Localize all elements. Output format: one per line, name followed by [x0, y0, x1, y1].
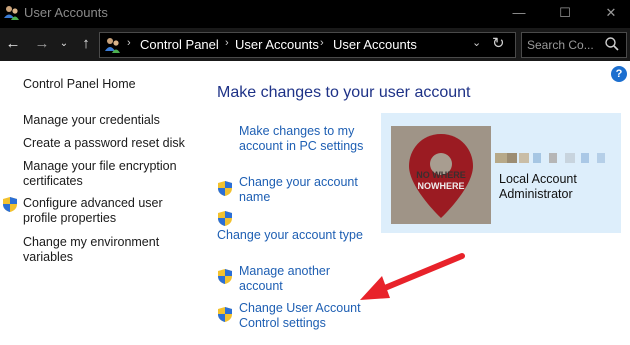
uac-shield-icon — [218, 211, 232, 226]
breadcrumb-separator[interactable]: › — [320, 37, 324, 49]
link-manage-another-account[interactable]: Manage another account — [239, 264, 349, 294]
uac-shield-icon — [218, 181, 232, 196]
user-accounts-icon — [4, 6, 19, 20]
avatar: NO WHERE NOWHERE — [391, 126, 491, 224]
recent-locations-button[interactable]: ⌄ — [57, 28, 71, 61]
svg-text:NO WHERE: NO WHERE — [416, 170, 466, 180]
account-card: NO WHERE NOWHERE Local Account Administr… — [381, 113, 621, 233]
link-change-account-type[interactable]: Change your account type — [217, 228, 363, 243]
uac-shield-icon — [3, 197, 17, 212]
forward-button[interactable]: → — [31, 28, 53, 61]
breadcrumb-control-panel[interactable]: Control Panel — [140, 37, 219, 52]
up-button[interactable]: ↑ — [75, 28, 97, 61]
control-panel-icon — [105, 38, 120, 53]
refresh-icon[interactable]: ↻ — [492, 34, 505, 52]
close-button[interactable]: ✕ — [588, 0, 630, 28]
svg-text:NOWHERE: NOWHERE — [418, 181, 465, 191]
search-box[interactable] — [521, 32, 627, 58]
annotation-arrow-icon — [360, 253, 465, 300]
uac-shield-icon — [218, 269, 232, 284]
sidebar-item-environment-variables[interactable]: Change my environment variables — [23, 235, 183, 265]
back-button[interactable]: ← — [2, 28, 24, 61]
breadcrumb-separator[interactable]: › — [225, 37, 229, 49]
breadcrumb-user-accounts[interactable]: User Accounts — [235, 37, 319, 52]
sidebar-item-file-encryption-certificates[interactable]: Manage your file encryption certificates — [23, 159, 183, 189]
address-bar: ← → ⌄ ↑ › Control Panel › User Accounts … — [0, 28, 630, 61]
search-icon[interactable] — [604, 36, 620, 52]
sidebar-item-advanced-profile-properties[interactable]: Configure advanced user profile properti… — [23, 196, 183, 226]
sidebar-item-manage-credentials[interactable]: Manage your credentials — [23, 113, 160, 128]
link-change-uac-settings[interactable]: Change User Account Control settings — [239, 301, 369, 331]
account-type: Administrator — [499, 187, 573, 201]
uac-shield-icon — [218, 307, 232, 322]
breadcrumb-separator[interactable]: › — [127, 37, 131, 49]
help-icon[interactable]: ? — [611, 66, 627, 82]
sidebar-item-password-reset-disk[interactable]: Create a password reset disk — [23, 136, 185, 151]
minimize-button[interactable]: — — [496, 0, 542, 28]
window-title: User Accounts — [24, 5, 108, 20]
breadcrumb-user-accounts-current[interactable]: User Accounts — [333, 37, 417, 52]
title-bar: User Accounts — ☐ ✕ — [0, 0, 630, 28]
account-name: Local Account — [499, 172, 577, 186]
maximize-button[interactable]: ☐ — [542, 0, 588, 28]
search-input[interactable] — [527, 36, 595, 54]
link-pc-settings[interactable]: Make changes to my account in PC setting… — [239, 124, 379, 154]
link-change-account-name[interactable]: Change your account name — [239, 175, 369, 205]
address-dropdown-icon[interactable]: ⌄ — [472, 36, 481, 49]
page-title: Make changes to your user account — [217, 84, 471, 101]
sidebar-item-control-panel-home[interactable]: Control Panel Home — [23, 77, 136, 92]
breadcrumb[interactable]: › Control Panel › User Accounts › User A… — [99, 32, 516, 58]
